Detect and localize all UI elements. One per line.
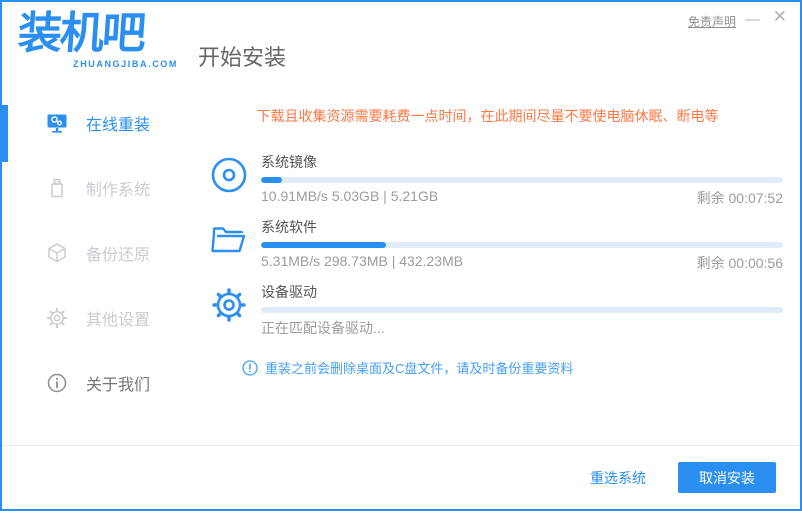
sidebar-item-label: 在线重装	[86, 116, 151, 134]
task-name: 设备驱动	[261, 284, 317, 300]
sidebar-item-label: 备份还原	[86, 246, 151, 264]
app-logo: 装机吧 ZHUANGJIBA.COM	[16, 9, 178, 70]
sidebar-item-label: 其他设置	[86, 311, 151, 329]
task-detail: 10.91MB/s 5.03GB | 5.21GB	[261, 188, 439, 204]
cancel-install-button[interactable]: 取消安装	[678, 462, 776, 493]
disc-icon	[210, 156, 248, 194]
task-row-device-driver: 设备驱动 正在匹配设备驱动...	[210, 282, 783, 338]
download-warning-text: 下载且收集资源需要耗费一点时间，在此期间尽量不要使电脑休眠、断电等	[256, 108, 719, 124]
sidebar-item-about-us[interactable]: 关于我们	[2, 350, 192, 415]
app-window: 装机吧 ZHUANGJIBA.COM 开始安装 免责声明 — ✕ 在线重装 制作…	[0, 0, 802, 511]
backup-note: 重装之前会删除桌面及C盘文件，请及时备份重要资料	[242, 358, 783, 377]
progress-fill	[261, 177, 282, 183]
sidebar-item-other-settings[interactable]: 其他设置	[2, 285, 192, 350]
footer-bar: 重选系统 取消安装	[2, 445, 800, 509]
sidebar-item-backup-restore[interactable]: 备份还原	[2, 220, 192, 285]
progress-fill	[261, 242, 387, 248]
task-list: 系统镜像 10.91MB/s 5.03GB | 5.21GB 剩余 00:07:…	[210, 152, 783, 338]
driver-gear-icon	[210, 286, 248, 324]
backup-note-text: 重装之前会删除桌面及C盘文件，请及时备份重要资料	[265, 361, 574, 376]
alert-circle-icon	[242, 359, 258, 376]
disclaimer-link[interactable]: 免责声明	[688, 13, 736, 30]
sidebar-item-make-system[interactable]: 制作系统	[2, 155, 192, 220]
minimize-button[interactable]: —	[745, 12, 760, 27]
sidebar-item-online-reinstall[interactable]: 在线重装	[2, 90, 192, 155]
task-row-system-software: 系统软件 5.31MB/s 298.73MB | 432.23MB 剩余 00:…	[210, 217, 783, 273]
info-icon	[46, 372, 68, 394]
progress-bar	[261, 307, 783, 313]
logo-text: 装机吧	[16, 9, 146, 58]
sidebar-item-label: 关于我们	[86, 376, 151, 394]
task-remaining: 剩余 00:07:52	[696, 190, 783, 206]
close-button[interactable]: ✕	[773, 8, 787, 25]
backup-box-icon	[46, 242, 68, 264]
progress-bar	[261, 242, 783, 248]
task-name: 系统软件	[261, 219, 317, 235]
monitor-icon	[46, 112, 68, 134]
gear-icon	[46, 307, 68, 329]
usb-drive-icon	[46, 177, 68, 199]
sidebar-item-label: 制作系统	[86, 181, 151, 199]
task-row-system-image: 系统镜像 10.91MB/s 5.03GB | 5.21GB 剩余 00:07:…	[210, 152, 783, 208]
task-detail: 5.31MB/s 298.73MB | 432.23MB	[261, 253, 464, 269]
active-indicator	[2, 105, 8, 162]
reselect-system-link[interactable]: 重选系统	[590, 468, 646, 488]
folder-icon	[210, 221, 248, 259]
task-name: 系统镜像	[261, 154, 317, 170]
titlebar: 装机吧 ZHUANGJIBA.COM 开始安装 免责声明 — ✕	[2, 2, 800, 90]
main-panel: 下载且收集资源需要耗费一点时间，在此期间尽量不要使电脑休眠、断电等 系统镜像 1…	[192, 90, 783, 445]
logo-domain: ZHUANGJIBA.COM	[73, 59, 178, 70]
page-title: 开始安装	[198, 45, 287, 70]
task-detail: 正在匹配设备驱动...	[261, 320, 385, 336]
task-remaining: 剩余 00:00:56	[696, 255, 783, 271]
sidebar: 在线重装 制作系统 备份还原 其他设置 关于我们	[2, 90, 192, 445]
progress-bar	[261, 177, 783, 183]
